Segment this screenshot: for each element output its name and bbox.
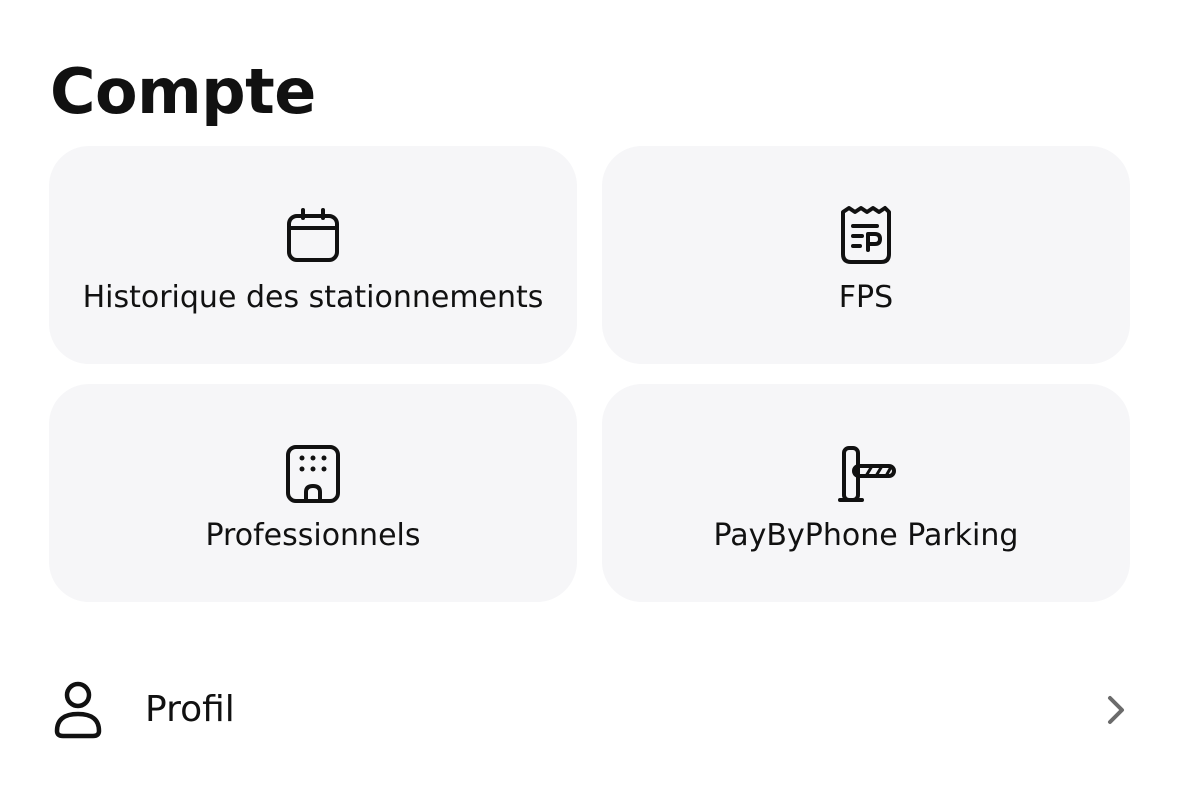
building-icon	[281, 442, 345, 506]
tile-label: Professionnels	[205, 518, 421, 553]
tile-parking-history[interactable]: Historique des stationnements	[49, 146, 577, 364]
tile-paybyphone-parking[interactable]: PayByPhone Parking	[602, 384, 1130, 602]
tile-label: PayByPhone Parking	[713, 518, 1019, 553]
profile-row[interactable]: Profil	[0, 664, 1179, 754]
chevron-right-icon	[1100, 692, 1132, 728]
parking-barrier-icon	[834, 442, 898, 506]
tile-label: FPS	[838, 280, 894, 315]
account-screen: Compte Historique des stationnements FPS	[0, 0, 1179, 798]
calendar-icon	[281, 204, 345, 268]
page-title: Compte	[50, 55, 316, 128]
user-icon	[48, 678, 108, 740]
tile-fps[interactable]: FPS	[602, 146, 1130, 364]
tile-label: Historique des stationnements	[82, 280, 544, 315]
tile-professionals[interactable]: Professionnels	[49, 384, 577, 602]
parking-ticket-icon	[834, 204, 898, 268]
profile-label: Profil	[145, 689, 235, 730]
